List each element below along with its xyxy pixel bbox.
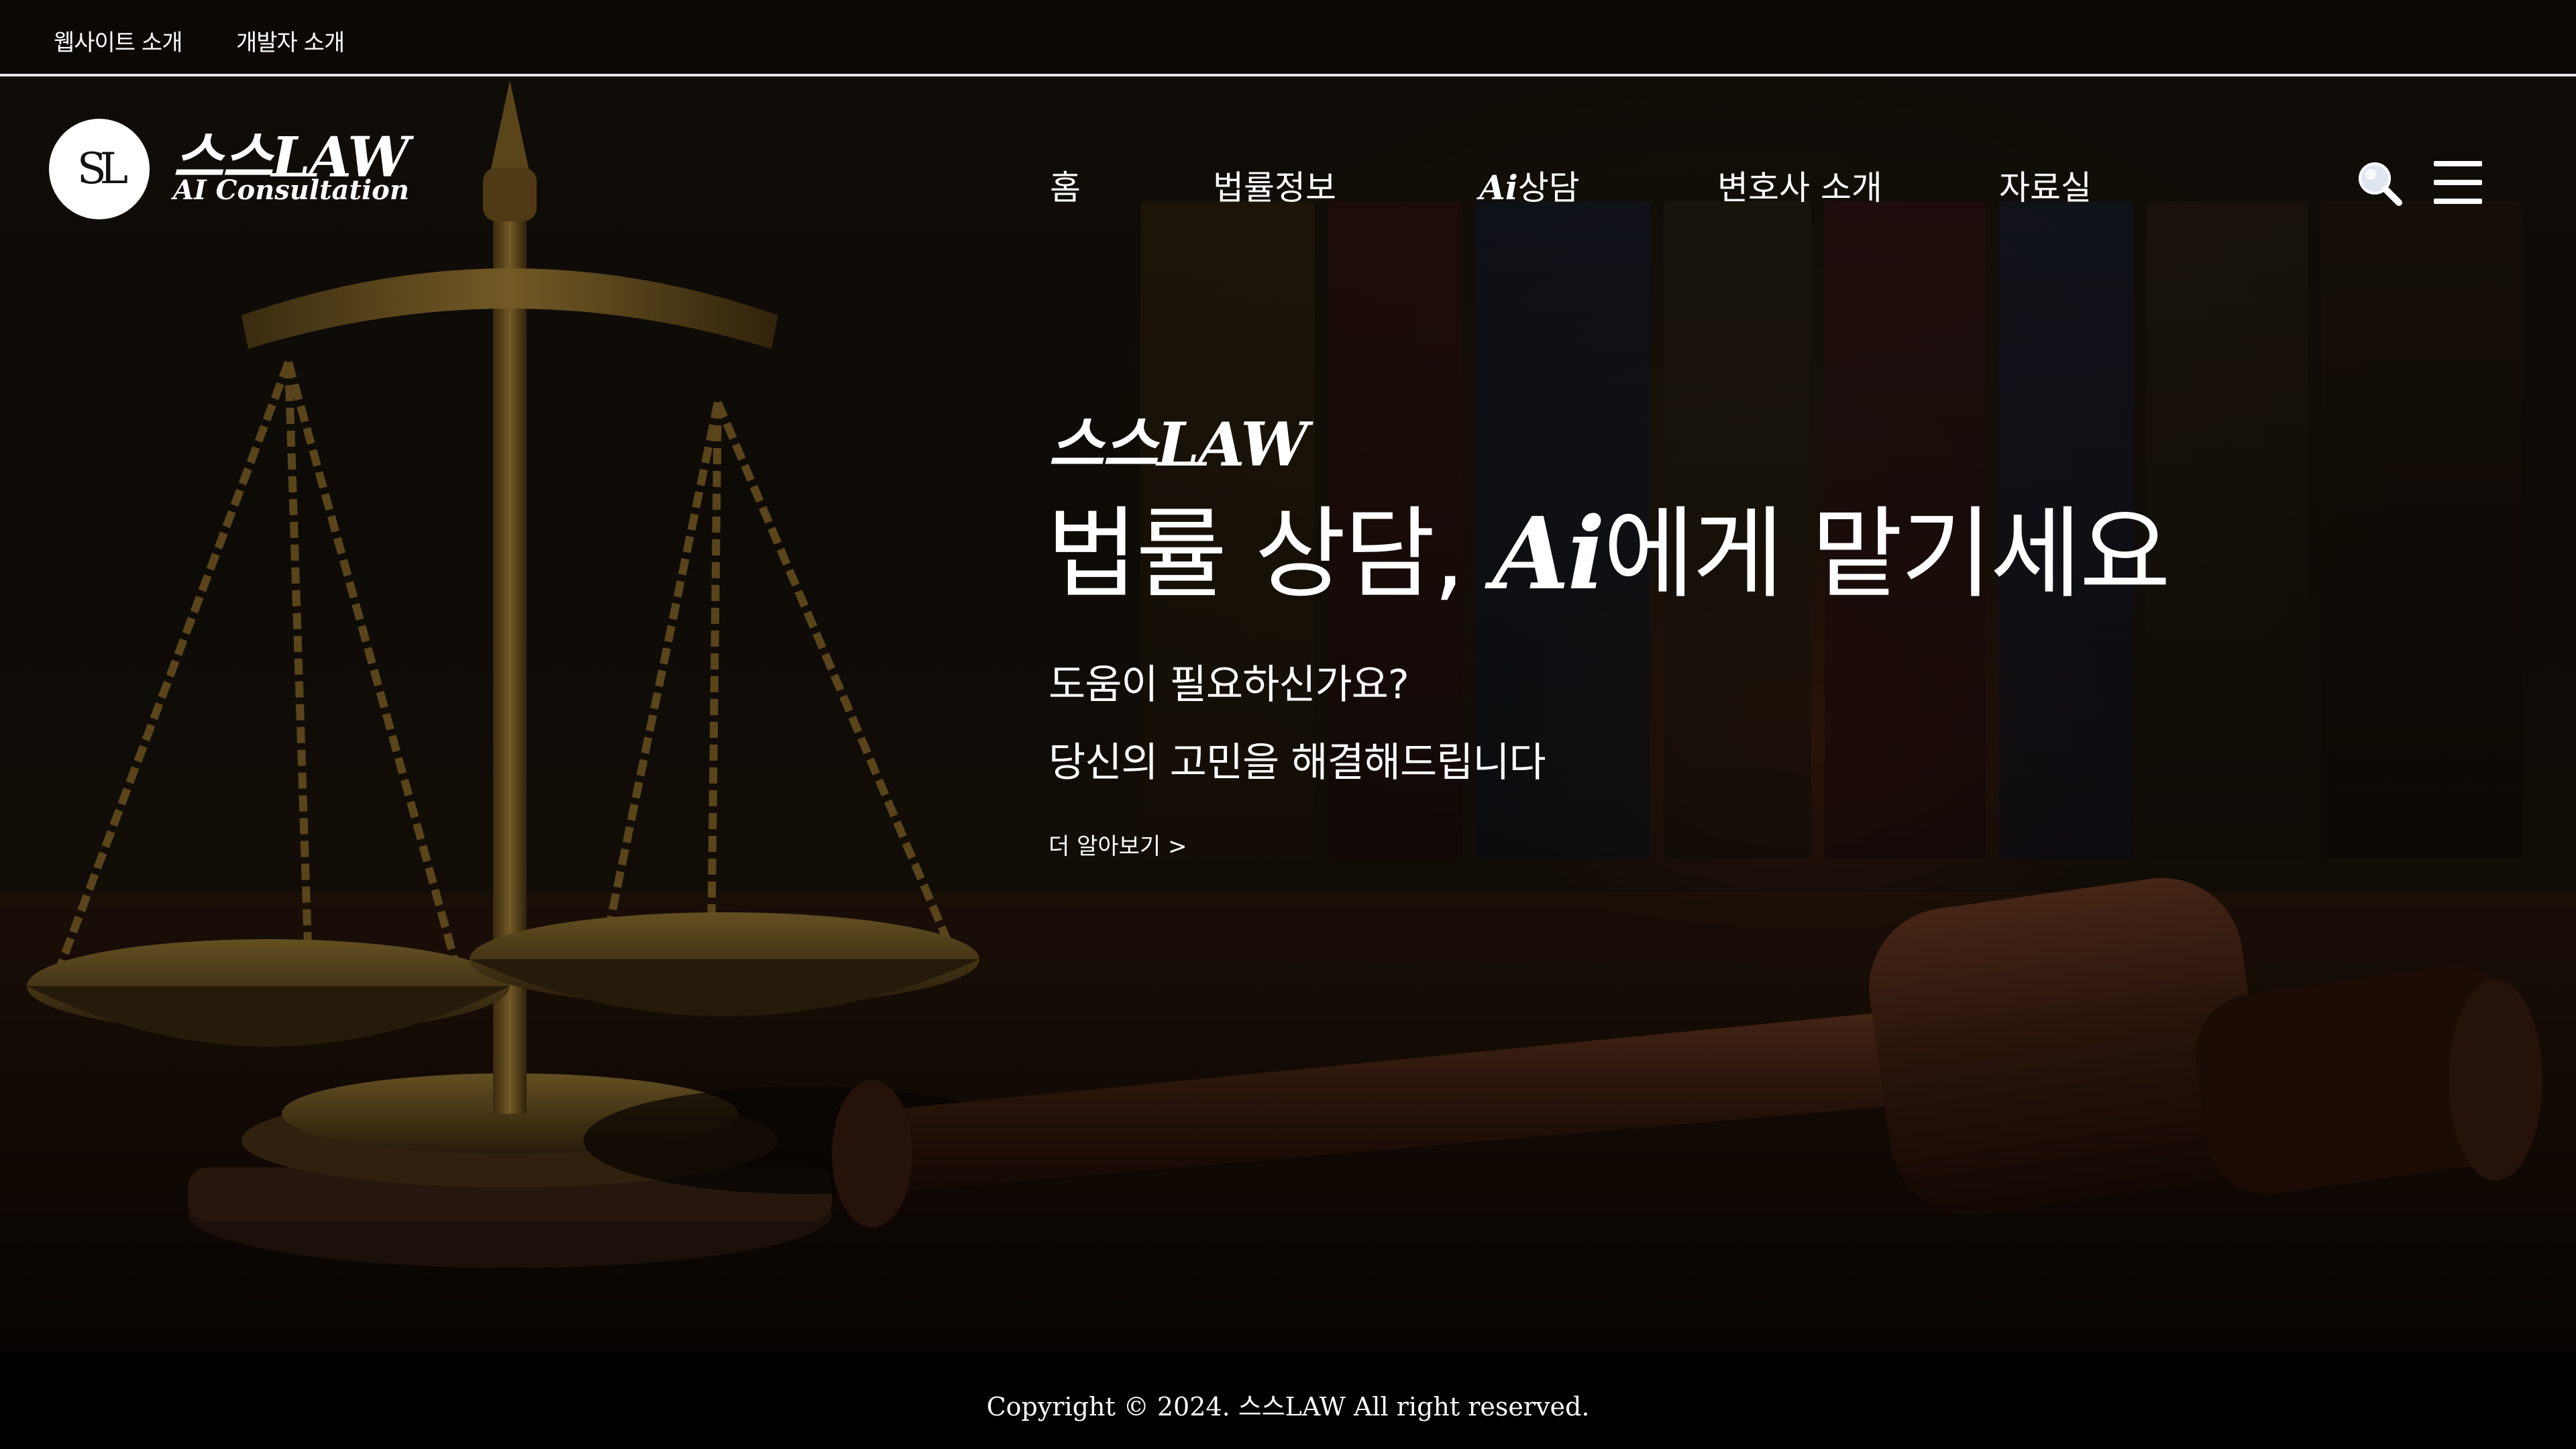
hero-title-post: 에게 맡기세요	[1603, 496, 2171, 612]
hero-title-ai: Ai	[1492, 495, 1605, 612]
nav-item-home[interactable]: 홈	[1050, 161, 1081, 209]
hero-subtitle-promise: 당신의 고민을 해결해드립니다	[1049, 739, 1546, 786]
menu-icon[interactable]	[2434, 161, 2482, 204]
logo-emblem[interactable]: SL	[49, 119, 150, 219]
hero-title-pre: 법률 상담,	[1046, 496, 1493, 612]
logo-monogram: SL	[76, 144, 128, 194]
nav-consult-label: 상담	[1517, 168, 1580, 207]
developer-intro-link[interactable]: 개발자 소개	[236, 24, 345, 57]
nav-item-archive[interactable]: 자료실	[1999, 161, 2092, 209]
page: 웹사이트 소개 개발자 소개 SL 스스LAW AI Consultation …	[0, 0, 2576, 1449]
learn-more-link[interactable]: 더 알아보기 >	[1049, 828, 1187, 861]
nav-item-ai-consultation[interactable]: Ai상담	[1479, 161, 1580, 209]
nav-ai-label: Ai	[1479, 168, 1518, 207]
hero-title: 법률 상담, Ai에게 맡기세요	[1046, 495, 2171, 612]
top-utility-bar: 웹사이트 소개 개발자 소개	[0, 0, 2576, 76]
footer-copyright: Copyright © 2024. 스스LAW All right reserv…	[986, 1392, 1590, 1421]
search-icon[interactable]	[2356, 160, 2403, 207]
hero-subtitle-question: 도움이 필요하신가요?	[1049, 661, 1409, 708]
logo-subtitle: AI Consultation	[173, 174, 409, 206]
footer: Copyright © 2024. 스스LAW All right reserv…	[0, 1351, 2576, 1449]
nav-item-lawyers[interactable]: 변호사 소개	[1717, 161, 1882, 209]
site-intro-link[interactable]: 웹사이트 소개	[54, 24, 182, 57]
hero-brand: 스스LAW	[1049, 409, 1308, 480]
nav-item-legal-info[interactable]: 법률정보	[1213, 161, 1336, 209]
